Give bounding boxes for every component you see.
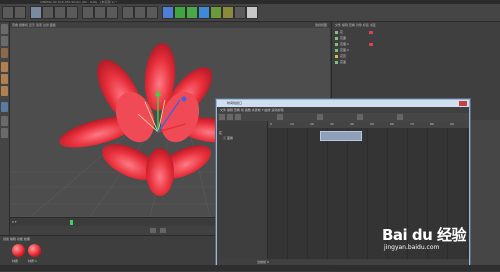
- object-manager-menu[interactable]: 文件 编辑 查看 对象 标签 书签: [335, 23, 376, 27]
- points-mode-icon[interactable]: [1, 62, 8, 72]
- playhead[interactable]: [70, 220, 73, 225]
- track-row-flower[interactable]: 花: [219, 131, 265, 135]
- track-list: 花 ⓘ 变换: [217, 121, 268, 259]
- key-mode-icon[interactable]: [219, 114, 225, 120]
- snap-icon[interactable]: [1, 128, 8, 138]
- edges-mode-icon[interactable]: [1, 74, 8, 84]
- track-row-transform[interactable]: ⓘ 变换: [223, 136, 269, 140]
- material-menu[interactable]: 创建 编辑 功能 纹理: [3, 237, 30, 241]
- close-icon[interactable]: [459, 101, 467, 106]
- tweak-mode-icon[interactable]: [1, 116, 8, 126]
- left-tool-palette: [0, 22, 10, 242]
- viewport-menu-bar: 查看 摄像机 显示 选项 过滤 面板 透视视图: [10, 22, 330, 28]
- linear-icon[interactable]: [357, 114, 363, 120]
- spline-icon[interactable]: [174, 6, 186, 19]
- viewport-label: 透视视图: [314, 23, 327, 27]
- cube-icon[interactable]: [162, 6, 174, 19]
- axis-y-icon[interactable]: [94, 6, 106, 19]
- status-bar: [0, 265, 500, 271]
- object-row[interactable]: 花瓣.1: [335, 42, 500, 47]
- ruler-label: 40: [350, 122, 354, 126]
- render-view-icon[interactable]: [122, 6, 134, 19]
- baidu-watermark: Bai du 经验 jingyan.baidu.com: [382, 218, 494, 251]
- watermark-brand: Bai du 经验: [382, 226, 467, 244]
- timeline-window-title: 时间线窗口: [227, 101, 243, 105]
- render-settings-icon[interactable]: [146, 6, 158, 19]
- ruler-label: 80: [430, 122, 434, 126]
- camera-icon[interactable]: [234, 6, 246, 19]
- play-button[interactable]: [150, 228, 156, 233]
- ruler-label: 60: [390, 122, 394, 126]
- axis-mode-icon[interactable]: [1, 102, 8, 112]
- undo-button[interactable]: [2, 6, 14, 19]
- axis-x-icon[interactable]: [82, 6, 94, 19]
- model-mode-icon[interactable]: [1, 24, 8, 34]
- array-icon[interactable]: [198, 6, 210, 19]
- watermark-url: jingyan.baidu.com: [384, 244, 440, 251]
- motion-mode-icon[interactable]: [235, 114, 241, 120]
- ruler-label: 90: [450, 122, 454, 126]
- object-row[interactable]: 花蕊: [335, 54, 500, 59]
- spline-key-icon[interactable]: [397, 114, 403, 120]
- selected-key-range[interactable]: [320, 131, 362, 141]
- polygons-mode-icon[interactable]: [1, 86, 8, 96]
- fcurve-mode-icon[interactable]: [227, 114, 233, 120]
- record-button[interactable]: [160, 228, 166, 233]
- main-toolbar: [0, 4, 500, 22]
- texture-mode-icon[interactable]: [1, 36, 8, 46]
- timeline-window-titlebar[interactable]: 时间线窗口: [217, 100, 469, 107]
- rotate-tool-icon[interactable]: [66, 6, 78, 19]
- material-swatch-1[interactable]: [12, 244, 25, 257]
- material-swatch-2[interactable]: [28, 244, 41, 257]
- material-label-1: 材质: [12, 259, 19, 263]
- move-tool-icon[interactable]: [42, 6, 54, 19]
- viewport-menu[interactable]: 查看 摄像机 显示 选项 过滤 面板: [12, 22, 56, 28]
- render-picture-icon[interactable]: [134, 6, 146, 19]
- ruler-label: 0: [270, 122, 272, 126]
- workplane-icon[interactable]: [1, 48, 8, 58]
- nurbs-icon[interactable]: [186, 6, 198, 19]
- object-row[interactable]: 花瓣.2: [335, 48, 500, 53]
- ruler-label: 20: [310, 122, 314, 126]
- ruler-label: 70: [410, 122, 414, 126]
- object-row[interactable]: 花茎: [335, 60, 500, 65]
- ruler-label: 50: [370, 122, 374, 126]
- snap-key-icon[interactable]: [317, 114, 323, 120]
- object-row[interactable]: 花: [335, 30, 500, 35]
- frame-all-icon[interactable]: [277, 114, 283, 120]
- ruler-label: 10: [290, 122, 294, 126]
- ruler-label: 30: [330, 122, 334, 126]
- timeline-window-toolbar: [217, 113, 469, 121]
- axis-z-icon[interactable]: [106, 6, 118, 19]
- material-label-2: 材质.1: [28, 259, 37, 263]
- scale-tool-icon[interactable]: [54, 6, 66, 19]
- timeline-start: 0 F: [12, 220, 17, 224]
- redo-button[interactable]: [14, 6, 26, 19]
- scene-icon[interactable]: [222, 6, 234, 19]
- light-icon[interactable]: [246, 6, 258, 19]
- deformer-icon[interactable]: [210, 6, 222, 19]
- live-select-icon[interactable]: [30, 6, 42, 19]
- object-row[interactable]: 花瓣: [335, 36, 500, 41]
